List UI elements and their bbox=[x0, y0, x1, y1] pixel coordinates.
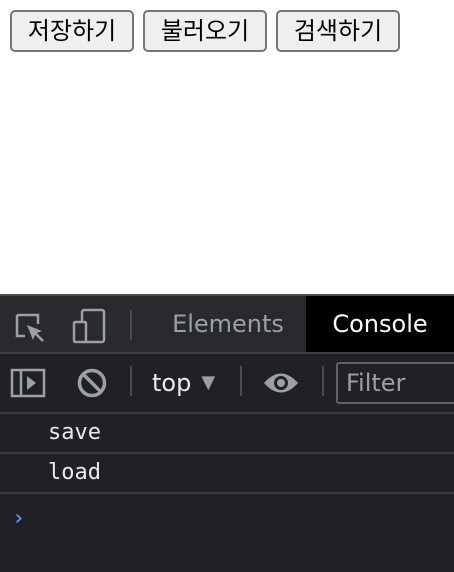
devtools-panel: Elements Console top ▼ Filter save load … bbox=[0, 294, 454, 572]
show-sidebar-icon[interactable] bbox=[10, 368, 46, 398]
filter-input[interactable] bbox=[336, 362, 454, 404]
button-row: 저장하기 불러오기 검색하기 bbox=[10, 10, 400, 52]
save-button[interactable]: 저장하기 bbox=[10, 10, 134, 52]
toolbar-separator bbox=[322, 366, 324, 396]
console-message: save bbox=[0, 414, 454, 454]
context-label: top bbox=[152, 369, 192, 397]
live-expression-eye-icon[interactable] bbox=[262, 370, 300, 396]
tab-elements[interactable]: Elements bbox=[150, 296, 306, 352]
console-message: load bbox=[0, 454, 454, 494]
devtools-tab-bar: Elements Console bbox=[0, 296, 454, 354]
console-prompt[interactable]: › bbox=[0, 494, 454, 538]
prompt-chevron-icon: › bbox=[12, 506, 26, 531]
tab-separator bbox=[130, 310, 132, 340]
search-button[interactable]: 검색하기 bbox=[276, 10, 400, 52]
dropdown-arrow-icon: ▼ bbox=[201, 372, 216, 393]
device-toolbar-icon[interactable] bbox=[72, 308, 106, 344]
page-area: 저장하기 불러오기 검색하기 bbox=[0, 0, 454, 294]
inspect-element-icon[interactable] bbox=[14, 312, 46, 344]
toolbar-separator bbox=[240, 366, 242, 396]
console-output: save load › bbox=[0, 414, 454, 538]
load-button[interactable]: 불러오기 bbox=[143, 10, 267, 52]
context-selector[interactable]: top ▼ bbox=[152, 354, 215, 412]
toolbar-separator bbox=[130, 366, 132, 396]
tab-console[interactable]: Console bbox=[306, 296, 454, 352]
clear-console-icon[interactable] bbox=[76, 367, 108, 399]
console-toolbar: top ▼ bbox=[0, 354, 454, 414]
